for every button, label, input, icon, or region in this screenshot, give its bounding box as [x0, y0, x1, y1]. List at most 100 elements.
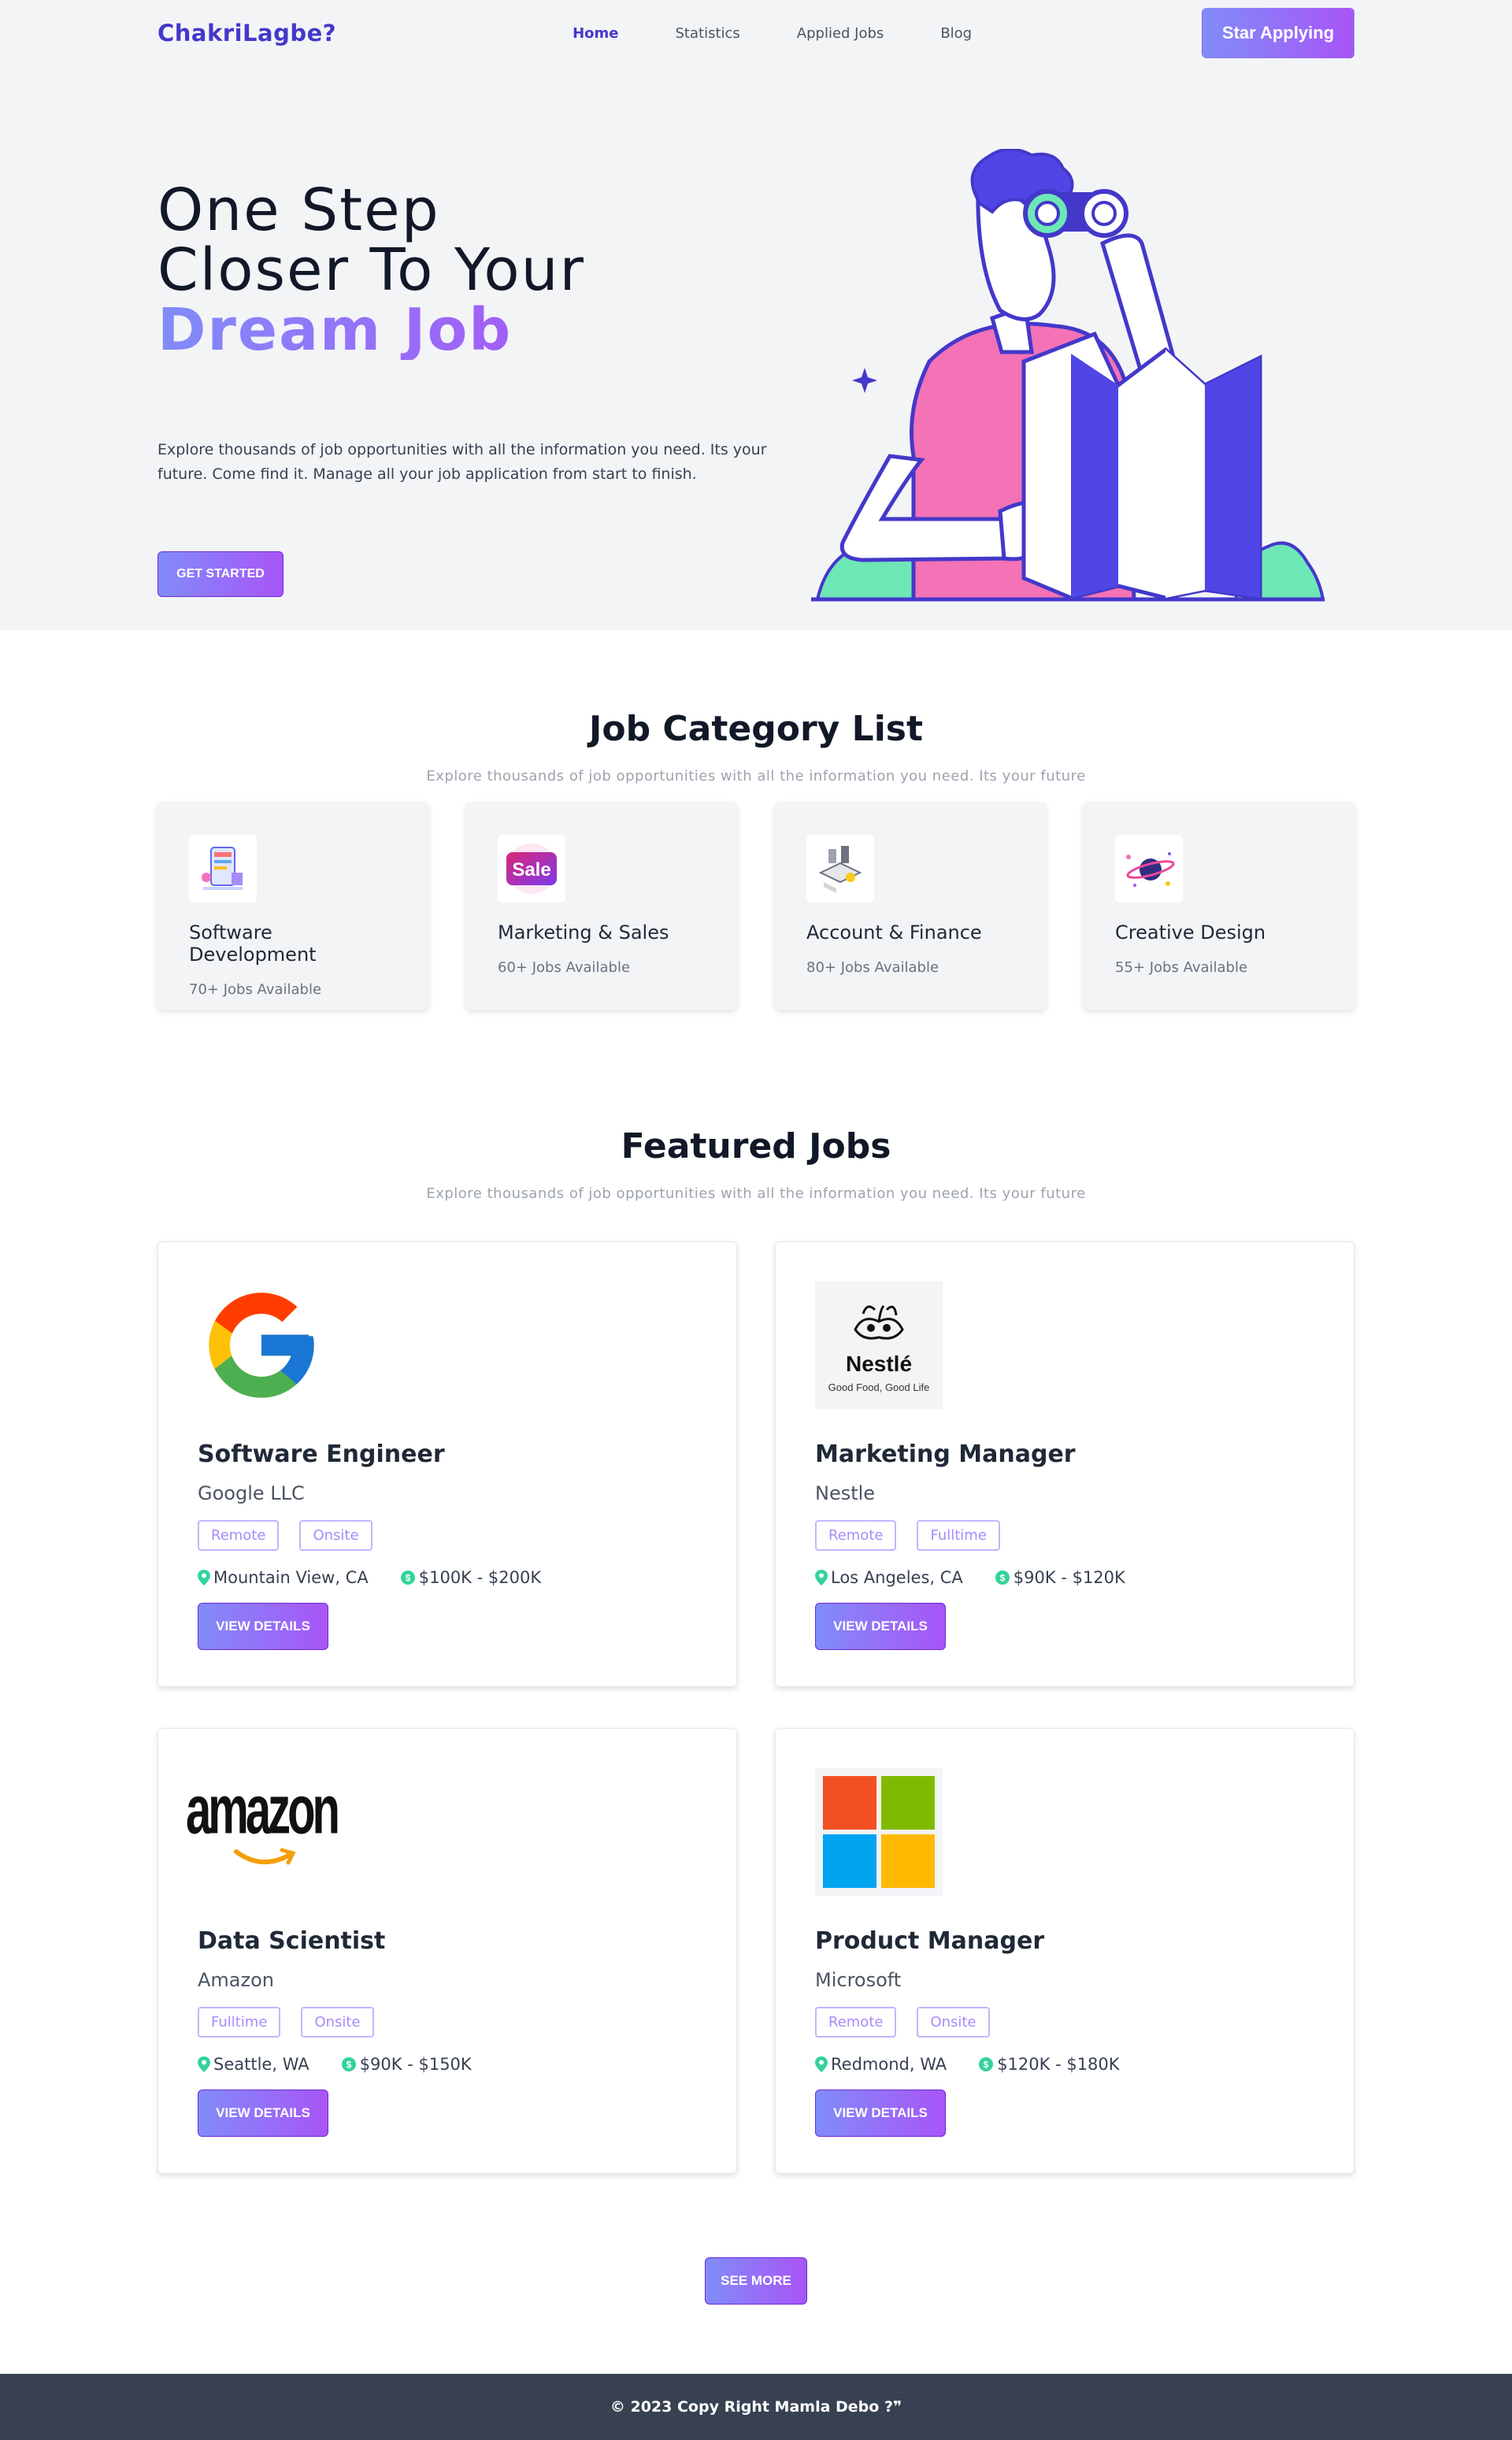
job-tags: Remote Onsite [198, 1520, 697, 1551]
location-pin-icon [815, 2056, 828, 2072]
job-meta: Los Angeles, CA $ $90K - $120K [815, 1568, 1314, 1587]
job-card-software-engineer: Software Engineer Google LLC Remote Onsi… [158, 1241, 737, 1687]
category-job-count: 60+ Jobs Available [498, 959, 631, 976]
dollar-icon: $ [995, 1570, 1010, 1585]
job-card-marketing-manager: Nestlé Good Food, Good Life Marketing Ma… [775, 1241, 1354, 1687]
category-section-title: Job Category List [588, 709, 924, 749]
nestle-wordmark: Nestlé [845, 1351, 913, 1376]
job-location: Seattle, WA [213, 2055, 309, 2074]
job-meta: Mountain View, CA $ $100K - $200K [198, 1568, 697, 1587]
svg-text:$: $ [405, 1573, 410, 1584]
sale-tag-icon: Sale [498, 835, 565, 903]
featured-jobs-section: Featured Jobs Explore thousands of job o… [0, 1010, 1512, 2305]
job-tags: Remote Onsite [815, 2007, 1314, 2038]
svg-text:$: $ [346, 2060, 351, 2071]
view-details-button[interactable]: VIEW DETAILS [815, 2090, 946, 2137]
microsoft-logo [815, 1768, 943, 1896]
footer: © 2023 Copy Right Mamla Debo ?❞ [0, 2374, 1512, 2440]
location-pin-icon [815, 1570, 828, 1585]
category-list: Software Development 70+ Jobs Available … [158, 802, 1354, 1010]
amazon-logo: amazon [186, 1768, 340, 1896]
category-card-software-development[interactable]: Software Development 70+ Jobs Available [158, 802, 428, 1010]
software-development-icon [189, 835, 257, 903]
category-name: Creative Design [1115, 921, 1266, 944]
nestle-logo: Nestlé Good Food, Good Life [815, 1281, 943, 1409]
job-tag: Remote [815, 2007, 897, 2038]
job-title: Software Engineer [198, 1441, 445, 1468]
binoculars-person-illustration [811, 149, 1325, 602]
category-name: Software Development [189, 921, 317, 966]
company-name: Amazon [198, 1969, 274, 1991]
job-title: Marketing Manager [815, 1441, 1076, 1468]
job-salary: $90K - $150K [359, 2055, 472, 2074]
category-job-count: 80+ Jobs Available [806, 959, 939, 976]
job-title: Data Scientist [198, 1927, 386, 1955]
category-job-count: 70+ Jobs Available [189, 981, 322, 998]
planet-design-icon [1115, 835, 1183, 903]
nav-link-applied-jobs[interactable]: Applied Jobs [797, 25, 884, 42]
location-pin-icon [198, 1570, 210, 1585]
google-logo [198, 1281, 325, 1409]
job-tags: Remote Fulltime [815, 1520, 1314, 1551]
job-tag: Onsite [917, 2007, 990, 2038]
job-meta: Seattle, WA $ $90K - $150K [198, 2055, 697, 2074]
see-more-button[interactable]: SEE MORE [705, 2257, 807, 2305]
job-card-data-scientist: amazon Data Scientist Amazon Fulltime On… [158, 1728, 737, 2174]
hero-description: Explore thousands of job opportunities w… [158, 441, 767, 483]
hero-title-highlight: Dream Job [158, 300, 585, 360]
category-name: Marketing & Sales [498, 921, 669, 944]
hero-title-line-1: One Step [158, 176, 440, 244]
amazon-wordmark: amazon [186, 1771, 340, 1849]
nav-link-blog[interactable]: Blog [940, 25, 972, 42]
job-tag: Onsite [301, 2007, 374, 2038]
nav-menu: Home Statistics Applied Jobs Blog [573, 25, 1028, 42]
dollar-icon: $ [979, 2057, 994, 2071]
company-name: Nestle [815, 1482, 876, 1504]
company-name: Microsoft [815, 1969, 902, 1991]
job-salary: $120K - $180K [997, 2055, 1120, 2074]
job-tag: Fulltime [198, 2007, 281, 2038]
featured-section-subtitle: Explore thousands of job opportunities w… [426, 1185, 1086, 1202]
job-tag: Remote [815, 1520, 897, 1551]
job-meta: Redmond, WA $ $120K - $180K [815, 2055, 1314, 2074]
job-location: Mountain View, CA [213, 1568, 369, 1587]
finance-icon [806, 835, 874, 903]
hero-title: One Step Closer To Your Dream Job [158, 180, 585, 360]
view-details-button[interactable]: VIEW DETAILS [198, 2090, 328, 2137]
top-nav: ChakriLagbe? Home Statistics Applied Job… [0, 0, 1512, 66]
nav-link-home[interactable]: Home [573, 25, 618, 42]
svg-text:Sale: Sale [512, 859, 550, 881]
hero-section: One Step Closer To Your Dream Job Explor… [0, 66, 1512, 630]
job-tag: Onsite [299, 1520, 372, 1551]
job-card-product-manager: Product Manager Microsoft Remote Onsite … [775, 1728, 1354, 2174]
brand-logo[interactable]: ChakriLagbe? [158, 20, 336, 46]
job-tags: Fulltime Onsite [198, 2007, 697, 2038]
job-tag: Remote [198, 1520, 280, 1551]
featured-job-list: Software Engineer Google LLC Remote Onsi… [158, 1241, 1354, 2174]
get-started-button[interactable]: GET STARTED [158, 551, 284, 597]
job-location: Los Angeles, CA [831, 1568, 963, 1587]
nav-link-statistics[interactable]: Statistics [676, 25, 740, 42]
job-salary: $90K - $120K [1013, 1568, 1125, 1587]
job-title: Product Manager [815, 1927, 1045, 1955]
view-details-button[interactable]: VIEW DETAILS [815, 1603, 946, 1650]
category-section-subtitle: Explore thousands of job opportunities w… [426, 768, 1086, 784]
start-applying-button[interactable]: Star Applying [1202, 8, 1354, 58]
category-job-count: 55+ Jobs Available [1115, 959, 1248, 976]
copyright-text: © 2023 Copy Right Mamla Debo ?❞ [610, 2398, 902, 2416]
svg-text:$: $ [984, 2060, 989, 2071]
see-more-row: SEE MORE [158, 2257, 1354, 2305]
category-card-marketing-sales[interactable]: Sale Marketing & Sales 60+ Jobs Availabl… [466, 802, 737, 1010]
job-category-section: Job Category List Explore thousands of j… [0, 630, 1512, 1010]
featured-section-title: Featured Jobs [621, 1126, 891, 1166]
location-pin-icon [198, 2056, 210, 2072]
category-card-creative-design[interactable]: Creative Design 55+ Jobs Available [1084, 802, 1354, 1010]
job-salary: $100K - $200K [418, 1568, 542, 1587]
category-card-account-finance[interactable]: Account & Finance 80+ Jobs Available [775, 802, 1046, 1010]
nestle-tagline: Good Food, Good Life [828, 1381, 930, 1393]
category-name: Account & Finance [806, 921, 982, 944]
hero-title-line-2: Closer To Your [158, 236, 585, 304]
svg-text:$: $ [999, 1573, 1005, 1584]
view-details-button[interactable]: VIEW DETAILS [198, 1603, 328, 1650]
dollar-icon: $ [400, 1570, 415, 1585]
